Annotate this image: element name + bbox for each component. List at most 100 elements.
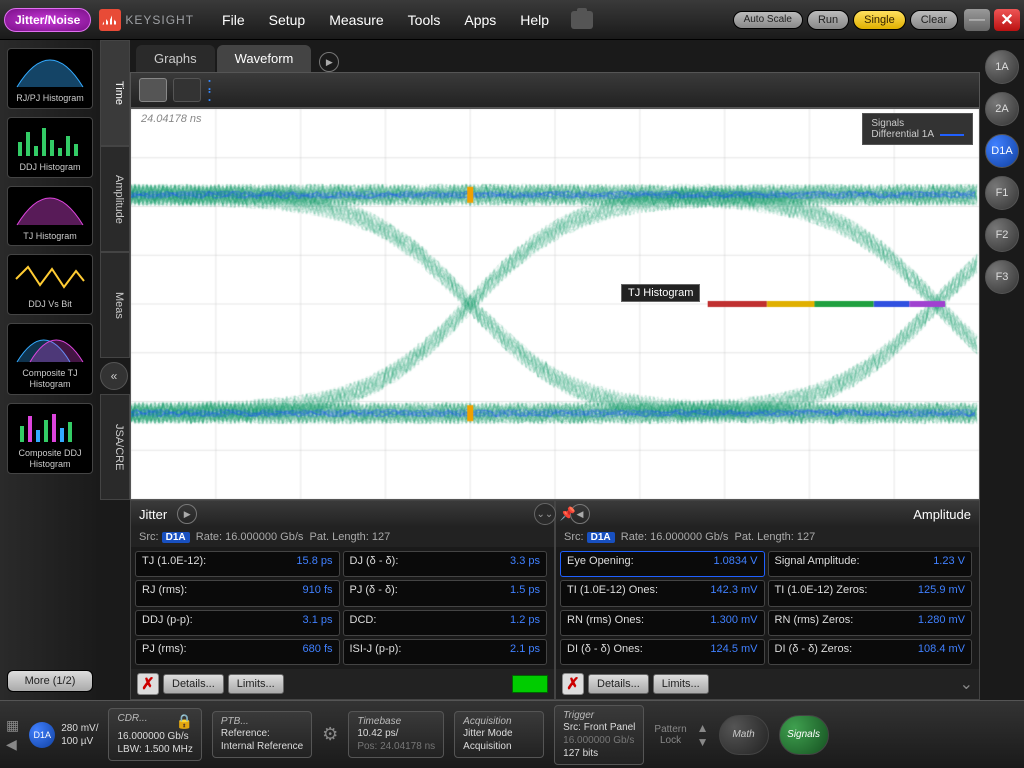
function-f3-button[interactable]: F3 <box>985 260 1019 294</box>
layout-single-icon[interactable] <box>139 78 167 102</box>
jitter-play-icon[interactable]: ▶ <box>177 504 197 524</box>
amplitude-patlen: 127 <box>797 531 815 543</box>
run-button[interactable]: Run <box>807 10 849 30</box>
menu-help[interactable]: Help <box>508 6 561 34</box>
function-f1-button[interactable]: F1 <box>985 176 1019 210</box>
cdr-lbw: LBW: 1.500 MHz <box>117 743 192 756</box>
top-menu-bar: Jitter/Noise KEYSIGHT File Setup Measure… <box>0 0 1024 40</box>
play-icon[interactable]: ▶ <box>319 52 339 72</box>
vtab-time[interactable]: Time <box>100 40 130 146</box>
amplitude-delete-button[interactable]: ✗ <box>562 673 584 695</box>
status-vscale: 280 mV/ <box>61 722 98 735</box>
sidebar-card-ddj-vs-bit[interactable]: DDJ Vs Bit <box>7 254 93 315</box>
sidebar-card-ddj[interactable]: DDJ Histogram <box>7 117 93 178</box>
sidebar-label: DDJ Vs Bit <box>12 299 88 310</box>
measurement-cell[interactable]: TJ (1.0E-12):15.8 ps <box>135 551 340 577</box>
tj-histogram-marker[interactable]: TJ Histogram <box>621 284 700 302</box>
menu-setup[interactable]: Setup <box>257 6 318 34</box>
chevron-down-icon[interactable]: ⌄ <box>960 674 973 694</box>
mode-badge[interactable]: Jitter/Noise <box>4 8 91 32</box>
measurement-cell[interactable]: DCD:1.2 ps <box>343 610 548 636</box>
trigger-group[interactable]: Trigger Src: Front Panel 16.000000 Gb/s … <box>554 705 644 765</box>
cdr-group[interactable]: CDR...🔒 16.000000 Gb/s LBW: 1.500 MHz <box>108 708 201 761</box>
sidebar-card-tj[interactable]: TJ Histogram <box>7 186 93 247</box>
amplitude-details-button[interactable]: Details... <box>588 674 649 694</box>
measurement-cell[interactable]: ISI-J (p-p):2.1 ps <box>343 639 548 665</box>
scroll-up-icon[interactable]: ▲ <box>697 721 709 735</box>
math-button[interactable]: Math <box>719 715 769 755</box>
vtab-amplitude[interactable]: Amplitude <box>100 146 130 252</box>
measurement-cell[interactable]: DDJ (p-p):3.1 ps <box>135 610 340 636</box>
results-row: Jitter ▶ ⌄⌄ 📌 Src: D1A Rate: 16.000000 G… <box>130 500 980 700</box>
measurement-cell[interactable]: Eye Opening:1.0834 V <box>560 551 765 577</box>
single-button[interactable]: Single <box>853 10 906 30</box>
measurement-cell[interactable]: DI (δ - δ) Ones:124.5 mV <box>560 639 765 665</box>
measurement-cell[interactable]: RN (rms) Ones:1.300 mV <box>560 610 765 636</box>
jitter-measurements: TJ (1.0E-12):15.8 psDJ (δ - δ):3.3 psRJ … <box>131 547 554 669</box>
screenshot-icon[interactable] <box>571 11 593 29</box>
collapse-icon[interactable]: « <box>100 362 128 390</box>
expand-down-icon[interactable]: ⌄⌄ <box>534 503 556 525</box>
timebase-scale: 10.42 ps/ <box>357 727 435 740</box>
sidebar-card-rjpj[interactable]: RJ/PJ Histogram <box>7 48 93 109</box>
jitter-limits-button[interactable]: Limits... <box>228 674 284 694</box>
pin-icon[interactable]: 📌 <box>560 506 576 522</box>
jitter-footer: ✗ Details... Limits... <box>131 669 554 699</box>
trigger-title: Trigger <box>563 710 635 721</box>
amplitude-limits-button[interactable]: Limits... <box>653 674 709 694</box>
tab-graphs[interactable]: Graphs <box>136 45 215 72</box>
measurement-cell[interactable]: RN (rms) Zeros:1.280 mV <box>768 610 973 636</box>
layout-grid-icon[interactable] <box>173 78 201 102</box>
autoscale-button[interactable]: Auto Scale <box>733 11 803 29</box>
minimize-icon[interactable]: — <box>964 9 990 31</box>
vtab-jsa[interactable]: JSA/CRE <box>100 394 130 500</box>
waveform-display[interactable]: 24.04178 ns Signals Differential 1A TJ H… <box>130 108 980 500</box>
sidebar-label: DDJ Histogram <box>12 162 88 173</box>
menu-measure[interactable]: Measure <box>317 6 395 34</box>
measurement-cell[interactable]: Signal Amplitude:1.23 V <box>768 551 973 577</box>
jitter-details-button[interactable]: Details... <box>163 674 224 694</box>
channel-1a-button[interactable]: 1A <box>985 50 1019 84</box>
legend-line-icon <box>940 134 964 136</box>
sidebar-card-comp-tj[interactable]: Composite TJ Histogram <box>7 323 93 395</box>
jitter-rate: 16.000000 Gb/s <box>225 531 303 543</box>
keysight-logo-icon <box>99 9 121 31</box>
grid-icon[interactable]: ▦ <box>6 717 19 734</box>
acquisition-group[interactable]: Acquisition Jitter Mode Acquisition <box>454 711 544 758</box>
collapse-left-icon[interactable]: ◀ <box>6 736 19 753</box>
measurement-cell[interactable]: PJ (δ - δ):1.5 ps <box>343 580 548 606</box>
menu-apps[interactable]: Apps <box>452 6 508 34</box>
close-icon[interactable]: ✕ <box>994 9 1020 31</box>
channel-d1a-button[interactable]: D1A <box>985 134 1019 168</box>
status-voffset: 100 µV <box>61 735 98 748</box>
clear-button[interactable]: Clear <box>910 10 958 30</box>
channel-2a-button[interactable]: 2A <box>985 92 1019 126</box>
measurement-cell[interactable]: RJ (rms):910 fs <box>135 580 340 606</box>
measurement-cell[interactable]: DI (δ - δ) Zeros:108.4 mV <box>768 639 973 665</box>
settings-gear-icon[interactable]: ⚙ <box>322 724 338 745</box>
measurement-cell[interactable]: TI (1.0E-12) Ones:142.3 mV <box>560 580 765 606</box>
scroll-down-icon[interactable]: ▼ <box>697 735 709 749</box>
sidebar-card-comp-ddj[interactable]: Composite DDJ Histogram <box>7 403 93 475</box>
jitter-delete-button[interactable]: ✗ <box>137 673 159 695</box>
ptb-group[interactable]: PTB... Reference: Internal Reference <box>212 711 312 758</box>
menu-file[interactable]: File <box>210 6 257 34</box>
tab-waveform[interactable]: Waveform <box>217 45 312 72</box>
function-f2-button[interactable]: F2 <box>985 218 1019 252</box>
jitter-meta: Src: D1A Rate: 16.000000 Gb/s Pat. Lengt… <box>131 527 554 547</box>
amplitude-meta: Src: D1A Rate: 16.000000 Gb/s Pat. Lengt… <box>556 527 979 547</box>
gauss-magenta-icon <box>12 191 88 227</box>
measurement-cell[interactable]: DJ (δ - δ):3.3 ps <box>343 551 548 577</box>
menu-tools[interactable]: Tools <box>396 6 453 34</box>
vtab-meas[interactable]: Meas <box>100 252 130 358</box>
more-button[interactable]: More (1/2) <box>7 670 93 692</box>
signals-button[interactable]: Signals <box>779 715 829 755</box>
measurement-cell[interactable]: TI (1.0E-12) Zeros:125.9 mV <box>768 580 973 606</box>
timebase-group[interactable]: Timebase 10.42 ps/ Pos: 24.04178 ns <box>348 711 444 758</box>
status-channel-badge[interactable]: D1A <box>29 722 55 748</box>
acq-sub: Acquisition <box>463 740 535 753</box>
gauss-blue-icon <box>12 53 88 89</box>
measurement-cell[interactable]: PJ (rms):680 fs <box>135 639 340 665</box>
jitter-panel: Jitter ▶ ⌄⌄ 📌 Src: D1A Rate: 16.000000 G… <box>130 500 555 700</box>
pattern-lock-label[interactable]: Pattern Lock <box>654 724 686 746</box>
